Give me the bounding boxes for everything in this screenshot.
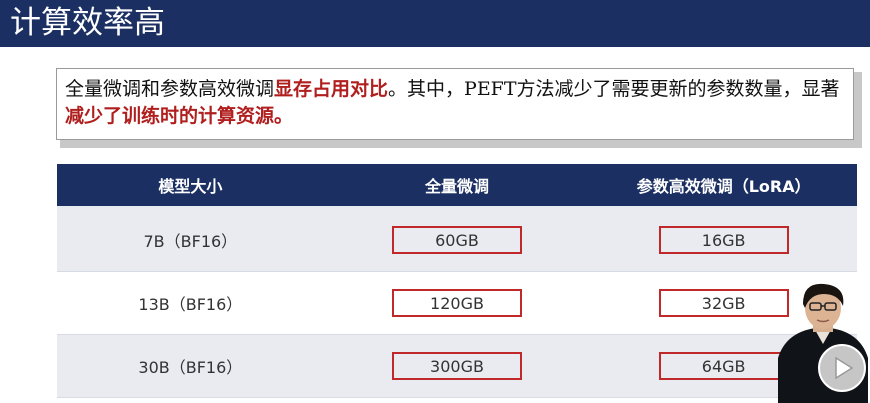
cell-model: 30B（BF16） [138,358,243,377]
table-row: 30B（BF16） 300GB 64GB [57,335,857,398]
play-icon [835,356,854,380]
cell-full-memory: 120GB [392,289,522,317]
play-button[interactable] [818,344,866,392]
cell-model: 13B（BF16） [138,295,243,314]
memory-comparison-table: 模型大小 全量微调 参数高效微调（LoRA） 7B（BF16） 60GB 16G… [57,164,857,398]
note-text-1: 全量微调和参数高效微调 [65,78,275,100]
cell-lora-memory: 16GB [658,226,789,254]
cell-lora-memory: 32GB [658,289,789,317]
cell-lora-memory: 64GB [658,352,789,380]
cell-model: 7B（BF16） [143,232,238,251]
note-highlight-1: 显存占用对比 [274,78,389,100]
table-row: 7B（BF16） 60GB 16GB [57,209,857,272]
note-text-2: 。其中，PEFT方法减少了需要更新的参数数量，显著 [388,78,840,100]
description-note: 全量微调和参数高效微调显存占用对比。其中，PEFT方法减少了需要更新的参数数量，… [56,68,854,140]
table-row: 13B（BF16） 120GB 32GB [57,272,857,335]
cell-full-memory: 60GB [392,226,522,254]
table-header-row: 模型大小 全量微调 参数高效微调（LoRA） [57,164,857,209]
header-lora: 参数高效微调（LoRA） [636,177,811,196]
slide-header: 计算效率高 [0,0,870,47]
header-full-finetune: 全量微调 [425,177,490,196]
header-model-size: 模型大小 [158,177,223,196]
cell-full-memory: 300GB [392,352,522,380]
note-highlight-2: 减少了训练时的计算资源。 [65,105,294,127]
slide-title: 计算效率高 [10,5,165,41]
